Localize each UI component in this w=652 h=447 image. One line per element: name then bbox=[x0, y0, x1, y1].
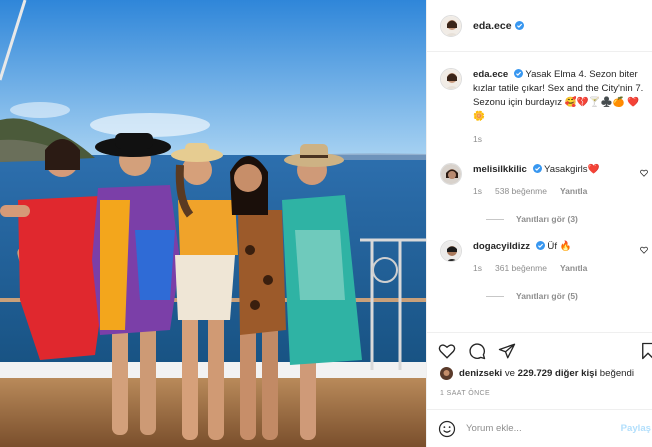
author-avatar[interactable] bbox=[440, 14, 462, 37]
heart-icon[interactable] bbox=[640, 169, 648, 177]
view-replies-label[interactable]: Yanıtları gör (3) bbox=[516, 214, 578, 224]
comment-username[interactable]: dogacyildizz bbox=[473, 241, 530, 252]
comment-item: dogacyildizz Üf 🔥 1s 361 beğenme Yanıtla bbox=[440, 240, 650, 275]
comment-icon[interactable] bbox=[468, 342, 486, 360]
liker-avatar[interactable] bbox=[440, 367, 453, 380]
likes-connector: ve bbox=[502, 368, 518, 379]
instagram-post: eda.ece eda.ece Yasak Elma 4. Sezon bite… bbox=[0, 0, 652, 447]
heart-icon[interactable] bbox=[438, 342, 456, 360]
photo-illustration bbox=[0, 0, 426, 447]
comment-username[interactable]: melisilkkilic bbox=[473, 164, 527, 175]
caption-time: 1s bbox=[473, 134, 482, 144]
action-bar bbox=[427, 332, 652, 368]
likes-suffix: beğendi bbox=[597, 368, 634, 379]
comment-likes[interactable]: 538 beğenme bbox=[495, 185, 547, 198]
likes-count[interactable]: 229.729 diğer kişi bbox=[518, 368, 597, 379]
replies-divider bbox=[486, 295, 504, 297]
author-username[interactable]: eda.ece bbox=[473, 20, 512, 32]
caption-username[interactable]: eda.ece bbox=[473, 69, 508, 80]
post-sidebar: eda.ece eda.ece Yasak Elma 4. Sezon bite… bbox=[426, 0, 652, 447]
view-replies-button[interactable]: Yanıtları gör (3) bbox=[486, 214, 578, 224]
post-timestamp[interactable]: 1 SAAT ÖNCE bbox=[440, 390, 490, 397]
add-comment-bar: Paylaş bbox=[427, 409, 652, 447]
bookmark-icon[interactable] bbox=[639, 342, 652, 360]
commenter-avatar[interactable] bbox=[440, 163, 462, 185]
verified-icon bbox=[535, 241, 545, 250]
comment-time: 1s bbox=[473, 186, 482, 196]
comment-item: melisilkkilic Yasakgirls❤️ 1s 538 beğenm… bbox=[440, 163, 650, 198]
share-icon[interactable] bbox=[498, 342, 516, 360]
commenter-avatar[interactable] bbox=[440, 240, 462, 262]
heart-icon[interactable] bbox=[640, 246, 648, 254]
reply-button[interactable]: Yanıtla bbox=[560, 262, 587, 275]
liker-username[interactable]: denizseki bbox=[459, 368, 502, 379]
caption-avatar[interactable] bbox=[440, 68, 462, 90]
verified-icon bbox=[532, 164, 542, 173]
smile-icon[interactable] bbox=[438, 420, 456, 438]
verified-icon bbox=[514, 21, 524, 30]
view-replies-button[interactable]: Yanıtları gör (5) bbox=[486, 291, 578, 301]
comment-input[interactable] bbox=[466, 423, 616, 434]
comment-likes[interactable]: 361 beğenme bbox=[495, 262, 547, 275]
comment-text: Üf 🔥 bbox=[547, 241, 572, 252]
view-replies-label[interactable]: Yanıtları gör (5) bbox=[516, 291, 578, 301]
replies-divider bbox=[486, 218, 504, 220]
likes-summary: denizseki ve 229.729 diğer kişi beğendi bbox=[440, 367, 634, 380]
post-comment-button[interactable]: Paylaş bbox=[621, 423, 651, 434]
post-caption: eda.ece Yasak Elma 4. Sezon biter kızlar… bbox=[440, 68, 650, 146]
reply-button[interactable]: Yanıtla bbox=[560, 185, 587, 198]
post-photo[interactable] bbox=[0, 0, 426, 447]
comment-time: 1s bbox=[473, 263, 482, 273]
post-header: eda.ece bbox=[427, 0, 652, 52]
comment-text: Yasakgirls❤️ bbox=[544, 164, 600, 175]
verified-icon bbox=[513, 69, 523, 78]
